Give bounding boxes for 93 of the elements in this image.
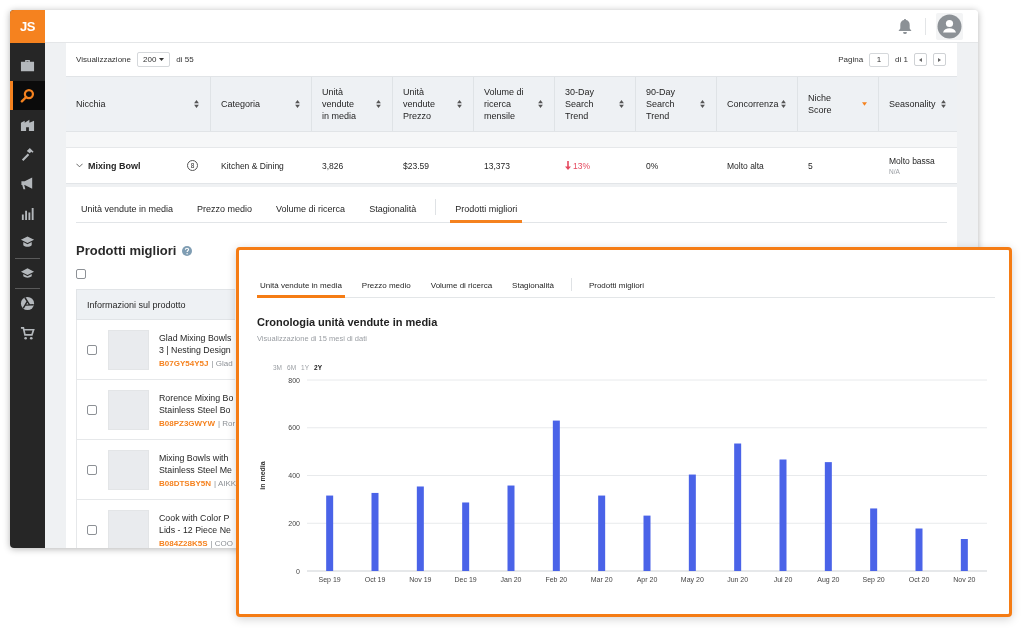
sort-icon[interactable] [376,100,381,108]
product-title: Mixing Bowls with Stainless Steel Me [159,451,233,476]
product-row[interactable]: Mixing Bowls with Stainless Steel Me B08DTSBY5N | AIKK [76,440,235,500]
sidebar-item[interactable] [10,80,45,110]
tab[interactable]: Stagionalità [364,200,422,223]
page-size-label: Visualizzazione [76,55,131,64]
tab[interactable]: Volume di ricerca [427,281,496,298]
brand-name: | Glad [211,358,233,368]
brand-name: | Ror [218,418,236,428]
photo-placeholder [108,449,149,490]
checkbox[interactable] [87,524,97,535]
table-cell-text: Kitchen & Dining [220,160,285,171]
caret-right-icon [938,57,941,62]
checkbox[interactable] [87,344,97,355]
tab[interactable]: Unità vendute in media [76,200,179,223]
photo-placeholder [108,509,149,548]
megaphone-icon [20,176,35,192]
bar [960,539,968,571]
table-cell-text: 13,373 [483,160,511,171]
bar [462,502,470,571]
sort-icon[interactable] [538,100,543,108]
checkbox[interactable] [87,404,97,415]
column-header[interactable]: Unità vendute in media [312,77,393,131]
bar [643,515,651,571]
graduation-cap-icon [20,265,35,281]
sort-icon[interactable] [295,100,300,108]
tab[interactable]: Unità vendute in media [257,281,345,298]
table-cell-text: 3,826 [321,160,345,171]
tab[interactable]: Prezzo medio [192,200,258,223]
column-header[interactable]: Seasonality [879,77,957,131]
cart-icon [20,325,35,341]
column-header[interactable]: Volume di ricerca mensile [474,77,555,131]
column-header[interactable]: Concorrenza [717,77,798,131]
briefcase-icon [20,58,35,74]
tab[interactable]: Stagionalità [509,281,557,298]
building-icon [20,117,35,133]
bar-chart-icon [20,205,35,221]
caret-left-icon [919,57,922,62]
checkbox[interactable] [87,464,97,475]
bell-icon[interactable] [898,18,912,34]
page-size-select[interactable]: 200 [137,52,171,67]
page-count: di 1 [895,55,908,64]
chart-title: Cronologia unità vendute in media [257,316,439,329]
total-count: di 55 [176,55,194,64]
hammer-icon [20,146,35,162]
column-header[interactable]: 30-Day Search Trend [555,77,636,131]
sort-icon[interactable] [700,100,705,108]
chevron-down-icon[interactable] [76,163,83,168]
table-cell-text: $23.59 [402,160,430,171]
bar [870,508,878,571]
product-title: Glad Mixing Bowls 3 | Nesting Design [159,331,233,356]
next-page-button[interactable] [933,53,946,66]
sort-icon[interactable] [619,100,624,108]
sort-icon[interactable] [194,100,199,108]
caret-icon [159,58,165,61]
section-title: Prodotti migliori [76,243,177,258]
previous-page-button[interactable] [914,53,927,66]
photo-placeholder [108,329,149,370]
page-label: Pagina [838,55,864,64]
column-header[interactable]: Nicchia [66,77,211,131]
column-header[interactable]: Categoria [211,77,312,131]
column-header[interactable]: Unità vendute Prezzo [393,77,474,131]
product-row[interactable]: Glad Mixing Bowls 3 | Nesting Design B07GY54Y5J | Glad [76,320,235,380]
sort-icon[interactable] [941,100,946,108]
sort-icon[interactable] [781,100,786,108]
product-row[interactable]: Rorence Mixing Bo Stainless Steel Bo B08PZ3GWYW | Ror [76,380,235,440]
tab[interactable]: Prodotti migliori [450,200,523,223]
tab[interactable]: Volume di ricerca [271,200,351,223]
help-icon[interactable] [182,245,193,256]
product-row[interactable]: Cook with Color P Lids - 12 Piece Ne B084Z28K5S | COO [76,500,235,548]
brand-name: | COO [210,538,233,548]
avatar-icon[interactable] [936,12,963,40]
product-title: Rorence Mixing Bo Stainless Steel Bo [159,391,235,416]
product-title: Cook with Color P Lids - 12 Piece Ne [159,511,232,536]
tab[interactable]: Prodotti migliori [585,281,648,298]
table-cell-text: 5 [807,160,814,171]
tab[interactable]: Prezzo medio [358,281,414,298]
photo-placeholder [108,389,149,430]
brand-name: | AIKK [214,478,237,488]
seasonality-value: Molto bassa [889,156,936,166]
column-header[interactable]: 90-Day Search Trend [636,77,717,131]
page-input[interactable]: 1 [869,52,890,67]
sort-icon[interactable] [457,100,462,108]
table-cell-text: Molto alta [726,160,765,171]
trend-value: 13% [573,160,590,171]
column-header[interactable]: Niche Score [798,77,879,131]
bar [915,528,923,571]
trend-value: 0% [646,160,659,171]
column-header: Informazioni sul prodotto [76,289,235,320]
aperture-icon [20,296,35,312]
search-icon [20,87,35,103]
checkbox[interactable] [76,269,86,279]
niche-name: Mixing Bowl [88,160,141,171]
